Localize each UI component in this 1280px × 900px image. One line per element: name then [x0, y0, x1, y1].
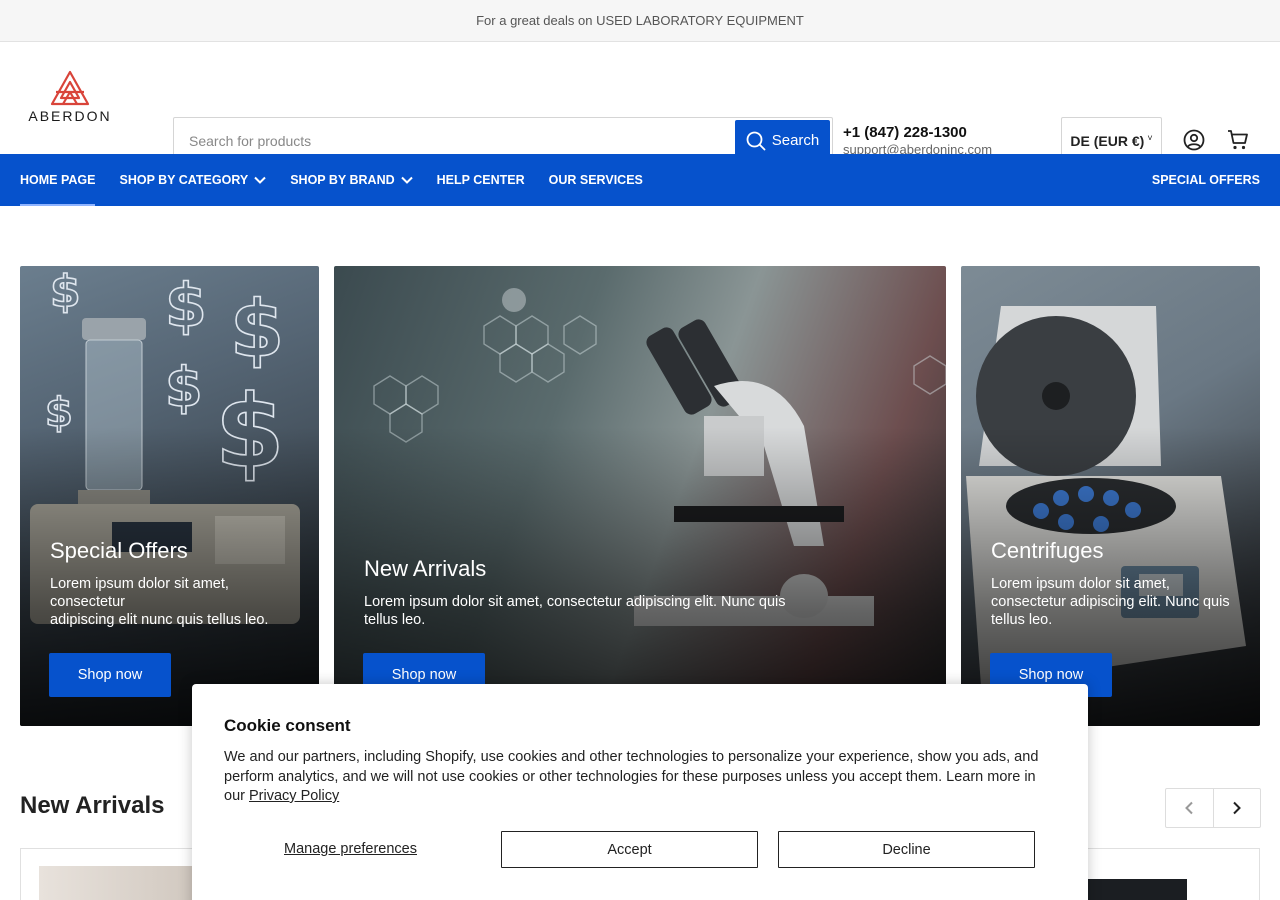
- chevron-down-icon: [400, 176, 413, 184]
- chevron-down-icon: [254, 176, 266, 184]
- accept-button[interactable]: Accept: [501, 831, 758, 868]
- product-image[interactable]: [1087, 879, 1187, 900]
- logo-text: ABERDON: [28, 108, 112, 124]
- nav-shop-by-brand[interactable]: SHOP BY BRAND: [290, 154, 413, 206]
- privacy-policy-link[interactable]: Privacy Policy: [249, 788, 339, 804]
- nav-label: OUR SERVICES: [548, 173, 643, 187]
- banner-title: Centrifuges: [991, 538, 1104, 563]
- aberdon-logo-icon: [50, 70, 90, 106]
- banner-text: Lorem ipsum dolor sit amet, consectetur …: [991, 576, 1230, 628]
- nav-our-services[interactable]: OUR SERVICES: [549, 154, 643, 206]
- account-icon: [1183, 129, 1205, 151]
- nav-special-offers[interactable]: SPECIAL OFFERS: [1152, 154, 1260, 206]
- currency-value: DE (EUR €): [1070, 132, 1145, 149]
- banner-new-arrivals[interactable]: New Arrivals Lorem ipsum dolor sit amet,…: [334, 266, 946, 726]
- chevron-left-icon: [1185, 801, 1193, 815]
- chevron-down-icon: ˅: [1147, 132, 1153, 143]
- main-nav: HOME PAGE SHOP BY CATEGORY SHOP BY BRAND…: [0, 154, 1280, 206]
- phone-number[interactable]: +1 (847) 228-1300: [843, 124, 992, 141]
- search-button-label: Search: [771, 132, 820, 149]
- site-header: ABERDON Search +1 (847) 228-1300 support…: [0, 42, 1280, 164]
- cookie-title: Cookie consent: [224, 716, 351, 735]
- nav-label: SHOP BY CATEGORY: [119, 173, 249, 187]
- cookie-text: We and our partners, including Shopify, …: [224, 748, 1054, 807]
- carousel-next-button[interactable]: [1214, 789, 1261, 827]
- contact-info: +1 (847) 228-1300 support@aberdoninc.com: [843, 124, 992, 157]
- decline-button[interactable]: Decline: [778, 831, 1035, 868]
- banner-special-offers[interactable]: $ $ $ $ $ $ Special Offers Lorem ipsum d…: [20, 266, 319, 726]
- banner-text: Lorem ipsum dolor sit amet, consectetur …: [364, 594, 786, 628]
- banner-text: Lorem ipsum dolor sit amet, consectetur …: [50, 576, 269, 628]
- banner-title: New Arrivals: [364, 556, 487, 581]
- nav-label: SHOP BY BRAND: [290, 173, 395, 187]
- banner-title: Special Offers: [50, 538, 188, 563]
- chevron-right-icon: [1233, 801, 1241, 815]
- nav-label: HELP CENTER: [436, 173, 525, 187]
- nav-home-page[interactable]: HOME PAGE: [20, 154, 96, 206]
- cookie-actions: Manage preferences Accept Decline: [224, 831, 1036, 868]
- banner-centrifuges[interactable]: Centrifuges Lorem ipsum dolor sit amet, …: [961, 266, 1260, 726]
- carousel-nav: [1165, 788, 1261, 828]
- shop-now-button[interactable]: Shop now: [49, 653, 171, 697]
- account-button[interactable]: [1182, 128, 1206, 152]
- announcement-bar: For a great deals on USED LABORATORY EQU…: [0, 0, 1280, 42]
- nav-shop-by-category[interactable]: SHOP BY CATEGORY: [119, 154, 266, 206]
- nav-label: HOME PAGE: [20, 173, 96, 187]
- search-icon: [746, 131, 766, 150]
- cookie-body: We and our partners, including Shopify, …: [224, 749, 1039, 804]
- carousel-prev-button[interactable]: [1166, 789, 1214, 827]
- product-image[interactable]: [39, 866, 209, 900]
- cart-icon: [1228, 130, 1248, 150]
- manage-preferences-link[interactable]: Manage preferences: [284, 841, 417, 857]
- section-title: New Arrivals: [20, 792, 165, 819]
- logo[interactable]: ABERDON: [24, 70, 116, 126]
- cookie-consent-dialog: Cookie consent We and our partners, incl…: [192, 684, 1088, 900]
- cart-button[interactable]: [1226, 128, 1250, 152]
- announcement-text: For a great deals on USED LABORATORY EQU…: [476, 13, 804, 28]
- nav-label: SPECIAL OFFERS: [1151, 173, 1260, 187]
- nav-help-center[interactable]: HELP CENTER: [437, 154, 525, 206]
